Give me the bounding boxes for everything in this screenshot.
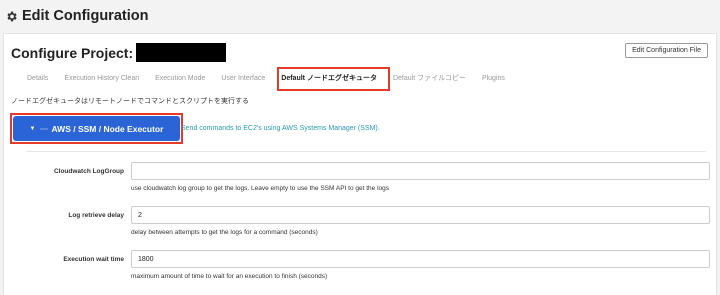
tab-execution-history-clean[interactable]: Execution History Clean bbox=[56, 70, 147, 87]
caret-down-icon: ▼ bbox=[29, 125, 36, 132]
executor-description: Send commands to EC2's using AWS Systems… bbox=[181, 125, 380, 132]
execution-wait-time-input[interactable] bbox=[131, 250, 710, 268]
node-executor-dropdown-button[interactable]: ▼ AWS / SSM / Node Executor bbox=[13, 116, 180, 141]
execution-wait-time-help: maximum amount of time to wait for an ex… bbox=[131, 273, 328, 280]
page-header: Edit Configuration bbox=[0, 0, 720, 32]
project-title: Configure Project: bbox=[11, 44, 134, 61]
cloudwatch-loggroup-input[interactable] bbox=[131, 162, 710, 180]
edit-config-file-button[interactable]: Edit Configuration File bbox=[625, 43, 708, 58]
log-retrieve-delay-input[interactable] bbox=[131, 206, 710, 224]
tab-details[interactable]: Details bbox=[4, 70, 56, 87]
tab-user-interface[interactable]: User Interface bbox=[213, 70, 273, 87]
config-card: Configure Project: Edit Configuration Fi… bbox=[3, 33, 717, 295]
executor-label: AWS / SSM / Node Executor bbox=[51, 123, 164, 134]
tab-bar: Details Execution History Clean Executio… bbox=[4, 70, 716, 87]
executor-logo-icon bbox=[39, 127, 48, 130]
tab-execution-mode[interactable]: Execution Mode bbox=[147, 70, 213, 87]
log-retrieve-delay-help: delay between attempts to get the logs f… bbox=[131, 229, 318, 236]
project-title-row: Configure Project: bbox=[11, 43, 227, 62]
redacted-project-name bbox=[136, 43, 227, 62]
cloudwatch-loggroup-label: Cloudwatch LogGroup bbox=[53, 168, 124, 175]
cloudwatch-loggroup-help: use cloudwatch log group to get the logs… bbox=[131, 185, 389, 192]
tab-default-file-copier[interactable]: Default ファイルコピー bbox=[385, 70, 474, 87]
divider bbox=[26, 151, 706, 152]
gear-icon bbox=[7, 11, 17, 21]
log-retrieve-delay-label: Log retrieve delay bbox=[68, 212, 124, 219]
tab-default-node-executor[interactable]: Default ノードエグゼキュータ bbox=[273, 70, 385, 87]
execution-wait-time-label: Execution wait time bbox=[63, 256, 124, 263]
page-title: Edit Configuration bbox=[22, 8, 149, 24]
tab-plugins[interactable]: Plugins bbox=[474, 70, 513, 87]
section-description: ノードエグゼキュータはリモートノードでコマンドとスクリプトを実行する bbox=[11, 98, 249, 105]
